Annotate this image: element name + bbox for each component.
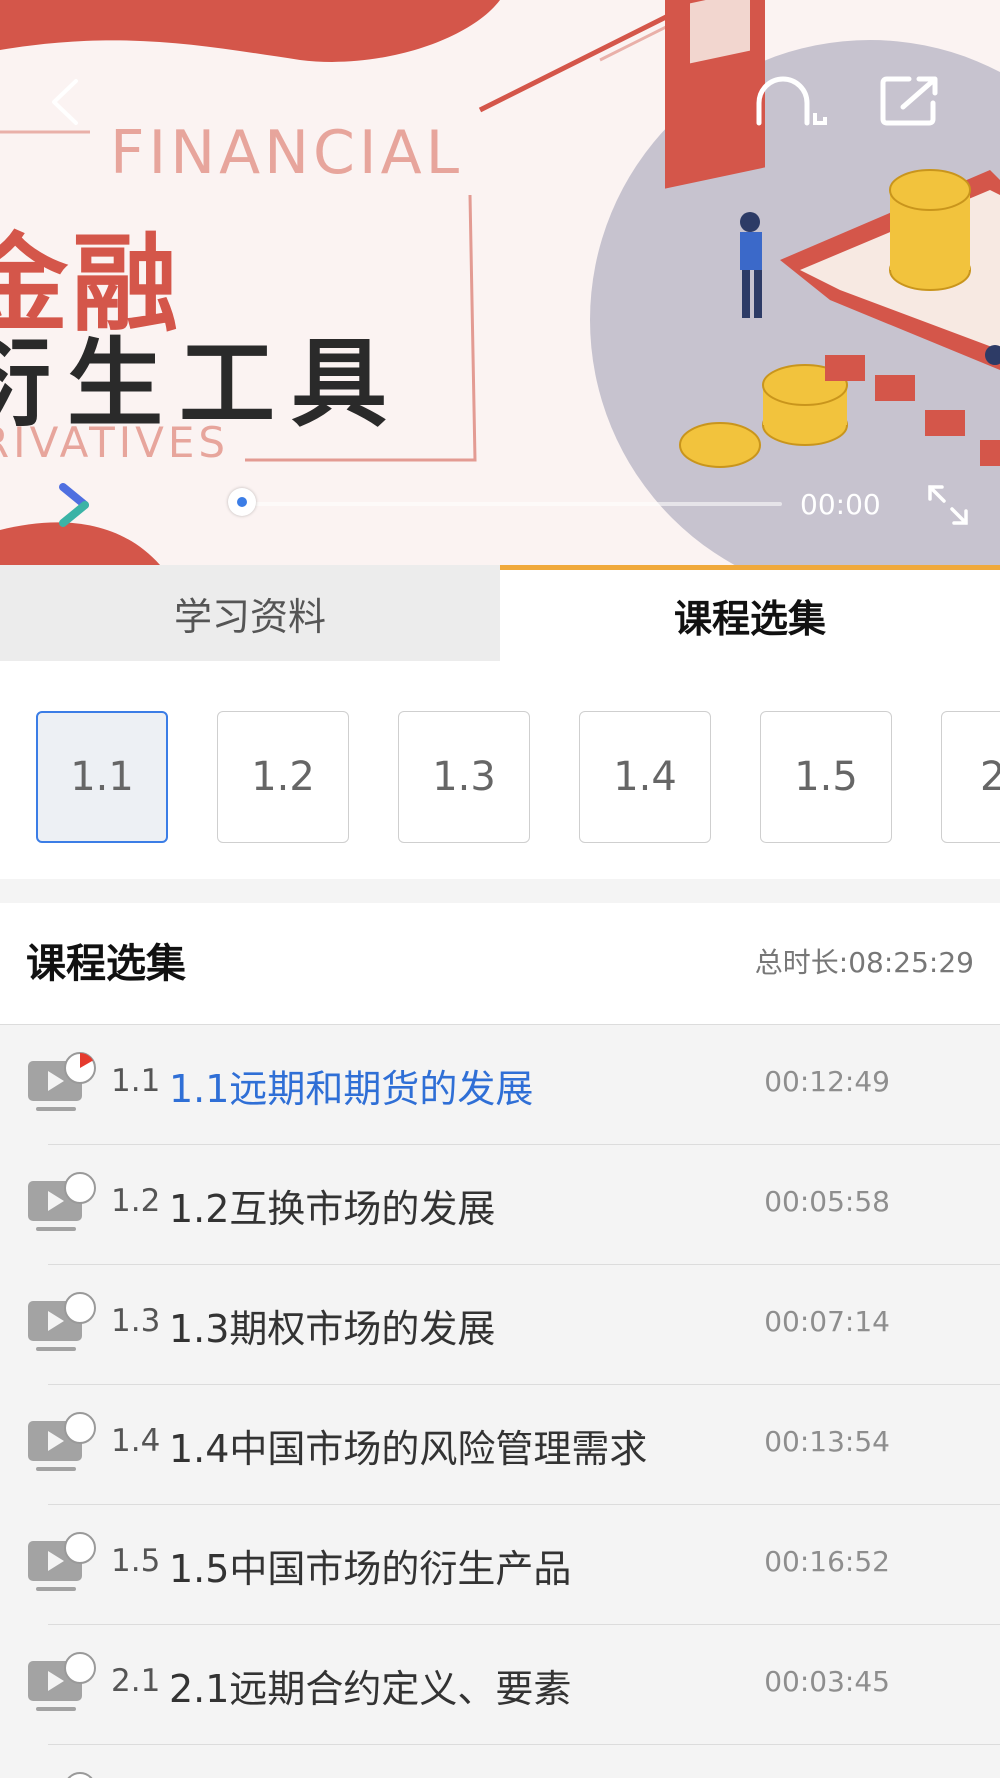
video-player[interactable]: FINANCIAL 金融 衍生工具 RIVATIVES 00:00 bbox=[0, 0, 1000, 565]
video-lesson-icon bbox=[28, 1052, 96, 1111]
episode-duration: 00:12:49 bbox=[764, 1065, 890, 1098]
episode-chip[interactable]: 1.2 bbox=[217, 711, 349, 843]
episode-chip[interactable]: 1.3 bbox=[398, 711, 530, 843]
fullscreen-button[interactable] bbox=[920, 480, 976, 530]
episode-duration: 00:13:54 bbox=[764, 1425, 890, 1458]
video-lesson-icon bbox=[67, 1772, 93, 1778]
chevron-left-icon bbox=[52, 79, 78, 125]
episode-chip-strip[interactable]: 1.1 1.2 1.3 1.4 1.5 2 bbox=[0, 661, 1000, 879]
share-button[interactable] bbox=[872, 66, 948, 134]
episode-row[interactable] bbox=[0, 1745, 1000, 1778]
episode-row[interactable]: 1.4 1.4中国市场的风险管理需求 00:13:54 bbox=[0, 1385, 1000, 1505]
current-time: 00:00 bbox=[800, 488, 881, 521]
episode-list: 1.1 1.1远期和期货的发展 00:12:49 1.2 1.2互换市场的发展 … bbox=[0, 1025, 1000, 1778]
video-lesson-icon bbox=[28, 1412, 96, 1471]
share-icon bbox=[880, 76, 938, 126]
total-duration: 总时长:08:25:29 bbox=[754, 946, 974, 979]
video-lesson-icon bbox=[28, 1292, 96, 1351]
play-button[interactable] bbox=[50, 476, 98, 534]
episode-row[interactable]: 2.1 2.1远期合约定义、要素 00:03:45 bbox=[0, 1625, 1000, 1745]
episode-duration: 00:07:14 bbox=[764, 1305, 890, 1338]
episode-duration: 00:03:45 bbox=[764, 1665, 890, 1698]
play-chevron-icon bbox=[59, 483, 89, 527]
episode-list-title: 课程选集 bbox=[26, 941, 186, 987]
episode-number: 2.1 bbox=[111, 1663, 161, 1699]
episode-row[interactable]: 1.1 1.1远期和期货的发展 00:12:49 bbox=[0, 1025, 1000, 1145]
back-button[interactable] bbox=[38, 72, 92, 132]
seek-bar[interactable] bbox=[228, 488, 782, 516]
episode-title: 1.2互换市场的发展 bbox=[169, 1187, 496, 1231]
episode-chip[interactable]: 2 bbox=[941, 711, 1000, 843]
episode-chip[interactable]: 1.5 bbox=[760, 711, 892, 843]
banner-english-title: FINANCIAL bbox=[110, 118, 464, 188]
episode-title: 1.1远期和期货的发展 bbox=[169, 1067, 534, 1111]
video-lesson-icon bbox=[28, 1172, 96, 1231]
episode-number: 1.5 bbox=[111, 1543, 161, 1579]
episode-chip[interactable]: 1.1 bbox=[36, 711, 168, 843]
episode-number: 1.2 bbox=[111, 1183, 161, 1219]
episode-number: 1.4 bbox=[111, 1423, 161, 1459]
episode-title: 1.4中国市场的风险管理需求 bbox=[169, 1427, 648, 1471]
episode-title: 1.5中国市场的衍生产品 bbox=[169, 1547, 572, 1591]
expand-icon bbox=[928, 485, 968, 525]
episode-chip[interactable]: 1.4 bbox=[579, 711, 711, 843]
content-tabs: 学习资料 课程选集 bbox=[0, 565, 1000, 661]
tab-study-materials[interactable]: 学习资料 bbox=[0, 565, 500, 661]
video-lesson-icon bbox=[28, 1532, 96, 1591]
video-lesson-icon bbox=[28, 1652, 96, 1711]
episode-title: 2.1远期合约定义、要素 bbox=[169, 1667, 572, 1711]
episode-row[interactable]: 1.5 1.5中国市场的衍生产品 00:16:52 bbox=[0, 1505, 1000, 1625]
section-divider bbox=[0, 879, 1000, 903]
episode-duration: 00:16:52 bbox=[764, 1545, 890, 1578]
audio-mode-button[interactable] bbox=[746, 66, 836, 136]
episode-list-header: 课程选集 总时长:08:25:29 bbox=[0, 903, 1000, 1025]
episode-row[interactable]: 1.3 1.3期权市场的发展 00:07:14 bbox=[0, 1265, 1000, 1385]
banner-english-subtitle: RIVATIVES bbox=[0, 418, 230, 467]
episode-number: 1.3 bbox=[111, 1303, 161, 1339]
tab-course-episodes[interactable]: 课程选集 bbox=[500, 565, 1000, 661]
episode-duration: 00:05:58 bbox=[764, 1185, 890, 1218]
episode-number: 1.1 bbox=[111, 1063, 161, 1099]
episode-title: 1.3期权市场的发展 bbox=[169, 1307, 496, 1351]
seek-knob[interactable] bbox=[228, 488, 256, 516]
headphones-icon bbox=[756, 76, 827, 126]
episode-row[interactable]: 1.2 1.2互换市场的发展 00:05:58 bbox=[0, 1145, 1000, 1265]
